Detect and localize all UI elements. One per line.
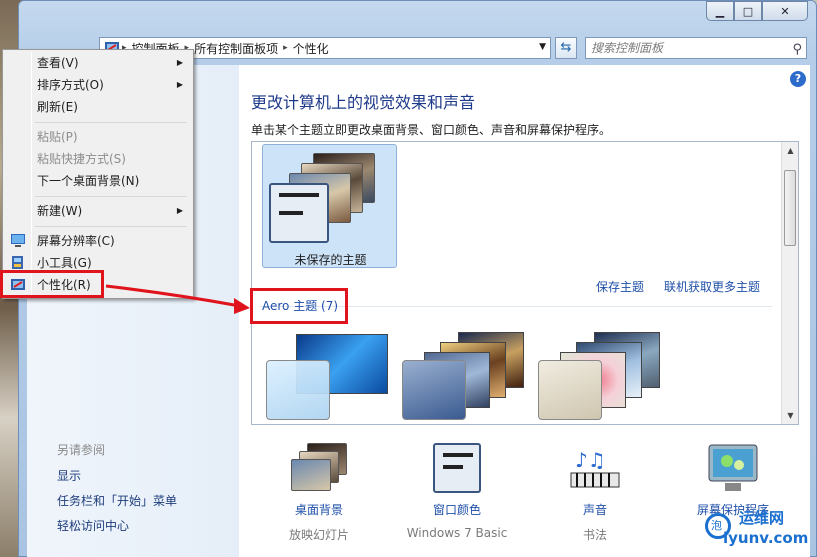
window-color-label[interactable]: 窗口颜色: [387, 501, 527, 518]
desktop-context-menu: 查看(V) ▶ 排序方式(O) ▶ 刷新(E) 粘贴(P) 粘贴快捷方式(S) 下一…: [2, 49, 194, 299]
search-input[interactable]: 搜索控制面板 ⚲: [585, 37, 807, 59]
minimize-button[interactable]: ▁: [706, 1, 734, 21]
menu-item-paste-shortcut[interactable]: 粘贴快捷方式(S): [5, 148, 191, 170]
breadcrumb-separator-icon: ▸: [283, 43, 288, 53]
scroll-thumb[interactable]: [784, 170, 796, 246]
menu-separator: [35, 226, 187, 227]
annotation-highlight-personalize: [0, 270, 104, 298]
window-color-value: Windows 7 Basic: [406, 526, 508, 540]
menu-item-view[interactable]: 查看(V) ▶: [5, 52, 191, 74]
aero-theme-nature[interactable]: [538, 330, 668, 424]
svg-text:♪♫: ♪♫: [575, 448, 606, 472]
refresh-button[interactable]: ⇆: [555, 37, 577, 59]
page-subtitle: 单击某个主题立即更改桌面背景、窗口颜色、声音和屏幕保护程序。: [251, 123, 612, 137]
window-color-option[interactable]: 窗口颜色 Windows 7 Basic: [387, 443, 527, 540]
window-glass-icon: [538, 360, 602, 420]
annotation-highlight-aero-themes: [250, 288, 348, 324]
link-taskbar-start-menu[interactable]: 任务栏和「开始」菜单: [57, 492, 177, 509]
screensaver-icon: [703, 443, 763, 495]
sound-icon: ♪♫: [565, 443, 625, 495]
chevron-down-icon[interactable]: ▼: [539, 42, 546, 52]
submenu-arrow-icon: ▶: [176, 80, 183, 89]
menu-item-new[interactable]: 新建(W) ▶: [5, 200, 191, 222]
desktop-background-value: 放映幻灯片: [288, 528, 349, 542]
breadcrumb-all-items[interactable]: 所有控制面板项: [194, 40, 278, 57]
search-icon[interactable]: ⚲: [792, 40, 802, 60]
maximize-button[interactable]: □: [734, 1, 762, 21]
link-display[interactable]: 显示: [57, 467, 81, 484]
unsaved-theme-tile[interactable]: 未保存的主题: [262, 144, 397, 268]
menu-item-paste[interactable]: 粘贴(P): [5, 126, 191, 148]
get-more-themes-link[interactable]: 联机获取更多主题: [664, 278, 760, 295]
menu-item-refresh[interactable]: 刷新(E): [5, 96, 191, 118]
submenu-arrow-icon: ▶: [176, 206, 183, 215]
save-theme-link[interactable]: 保存主题: [596, 278, 644, 295]
desktop-background-option[interactable]: 桌面背景 放映幻灯片: [249, 443, 389, 543]
theme-list[interactable]: 未保存的主题 保存主题 联机获取更多主题 Aero 主题 (7) ▲ ▼: [251, 141, 799, 425]
window-glass-icon: [266, 360, 330, 420]
screen-resolution-icon: [11, 234, 25, 247]
desktop-background-label[interactable]: 桌面背景: [249, 501, 389, 518]
search-placeholder: 搜索控制面板: [591, 41, 664, 55]
window-color-icon: [427, 443, 487, 495]
theme-list-scrollbar[interactable]: ▲ ▼: [781, 142, 798, 424]
menu-separator: [35, 196, 187, 197]
sound-label[interactable]: 声音: [525, 501, 665, 518]
menu-item-sort-by[interactable]: 排序方式(O) ▶: [5, 74, 191, 96]
sound-option[interactable]: ♪♫ 声音 书法: [525, 443, 665, 543]
gadgets-icon: [12, 256, 23, 269]
menu-separator: [35, 122, 187, 123]
menu-item-screen-resolution[interactable]: 屏幕分辨率(C): [5, 230, 191, 252]
aero-theme-architecture[interactable]: [402, 330, 532, 424]
scroll-up-icon[interactable]: ▲: [782, 142, 798, 159]
desktop-background-icon: [289, 443, 349, 495]
unsaved-theme-label: 未保存的主题: [294, 253, 367, 267]
annotation-arrow-icon: [105, 284, 250, 314]
window-glass-icon: [402, 360, 466, 420]
link-ease-of-access[interactable]: 轻松访问中心: [57, 517, 129, 534]
submenu-arrow-icon: ▶: [176, 58, 183, 67]
breadcrumb-personalization[interactable]: 个性化: [293, 40, 329, 57]
aero-theme-windows7[interactable]: [266, 330, 396, 424]
caption-buttons: ▁ □ ✕: [706, 1, 808, 21]
watermark-logo: 泡 运维网 iyunv.com: [703, 503, 811, 551]
window-theme-icon: [269, 183, 329, 243]
scroll-down-icon[interactable]: ▼: [782, 407, 798, 424]
see-also-title: 另请参阅: [57, 443, 106, 457]
help-icon[interactable]: ?: [790, 71, 806, 87]
menu-item-next-desktop-background[interactable]: 下一个桌面背景(N): [5, 170, 191, 192]
page-title: 更改计算机上的视觉效果和声音: [251, 93, 476, 112]
close-button[interactable]: ✕: [762, 1, 808, 21]
sound-value: 书法: [582, 528, 607, 542]
